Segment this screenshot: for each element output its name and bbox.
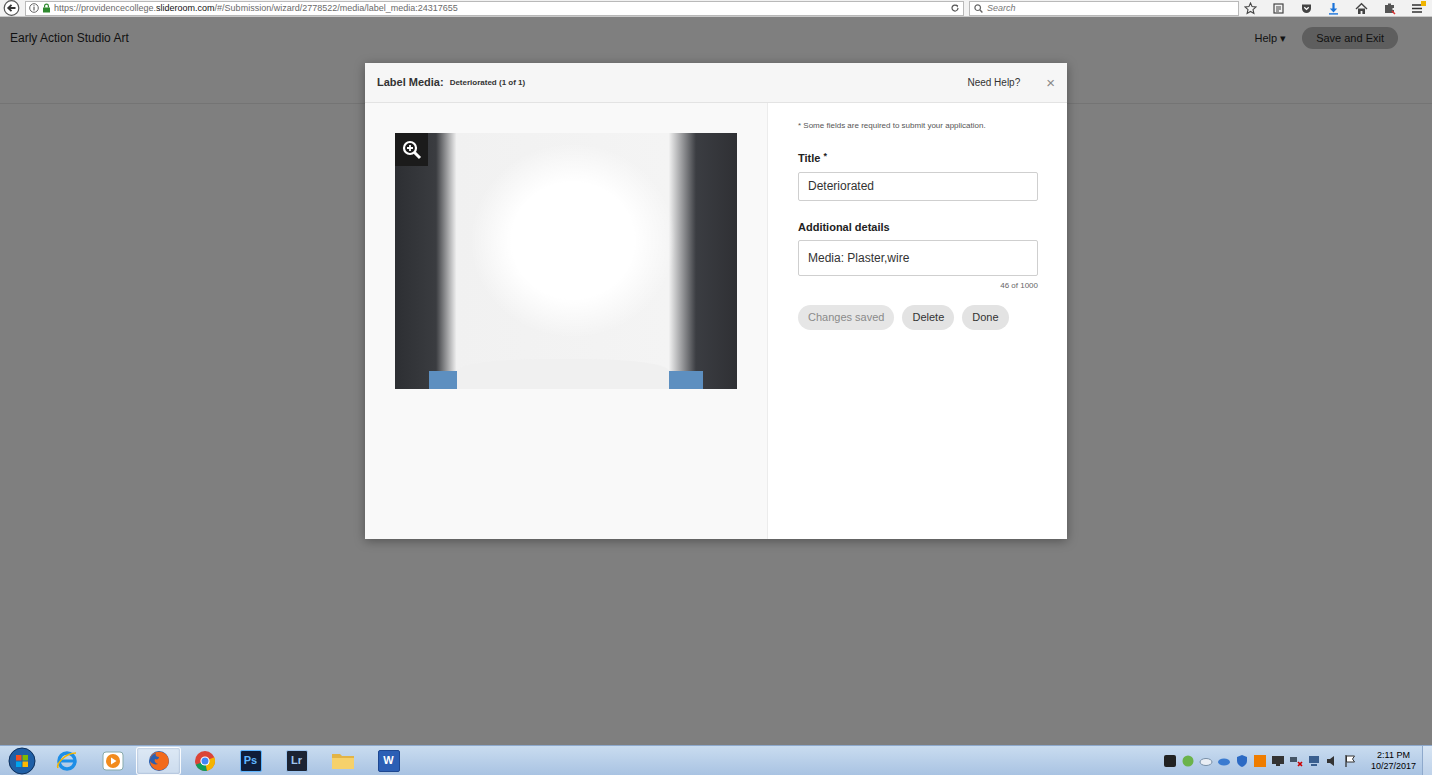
start-button[interactable] — [4, 746, 40, 775]
dialog-title: Label Media: — [377, 74, 444, 91]
zoom-in-icon — [402, 140, 422, 160]
back-arrow-icon — [3, 0, 20, 16]
clock[interactable]: 2:11 PM 10/27/2017 — [1365, 750, 1422, 772]
details-form: * Some fields are required to submit you… — [767, 103, 1068, 539]
done-button[interactable]: Done — [962, 305, 1008, 330]
ps-app-icon: Ps — [240, 750, 262, 772]
word-app-icon: W — [378, 750, 400, 772]
lock-icon — [42, 3, 51, 13]
tray-onedrive-icon[interactable] — [1217, 754, 1231, 768]
required-note: * Some fields are required to submit you… — [798, 120, 1038, 132]
pocket-icon[interactable] — [1300, 2, 1313, 15]
tray-computer-icon[interactable] — [1307, 754, 1321, 768]
media-taskbar-button[interactable] — [90, 747, 135, 775]
page: Early Action Studio Art Help ▾ Save and … — [0, 17, 1432, 745]
browser-toolbar: https://providencecollege.slideroom.com/… — [0, 0, 1432, 17]
tray-network-icon[interactable] — [1289, 754, 1303, 768]
folder-app-icon — [330, 749, 356, 773]
volume-icon[interactable] — [1325, 754, 1339, 768]
help-menu[interactable]: Help ▾ — [1254, 27, 1286, 49]
media-app-icon — [101, 749, 125, 773]
text-input[interactable] — [798, 240, 1038, 276]
dialog-header: Label Media: Deteriorated (1 of 1) Need … — [365, 63, 1067, 103]
show-desktop-button[interactable] — [1422, 746, 1432, 775]
delete-button[interactable]: Delete — [902, 305, 954, 330]
lr-app-icon: Lr — [286, 750, 308, 772]
field-label: Title * — [798, 150, 1038, 167]
back-button[interactable] — [2, 0, 20, 16]
extension-icon[interactable] — [1383, 2, 1396, 15]
home-icon[interactable] — [1355, 2, 1368, 15]
system-tray — [1163, 754, 1357, 768]
label-media-dialog: Label Media: Deteriorated (1 of 1) Need … — [365, 63, 1067, 539]
folder-taskbar-button[interactable] — [320, 747, 365, 775]
tray-sync-icon[interactable] — [1181, 754, 1195, 768]
field-label: Additional details — [798, 219, 1038, 236]
ie-app-icon — [55, 749, 79, 773]
firefox-taskbar-button[interactable] — [136, 747, 181, 775]
firefox-app-icon — [147, 749, 171, 773]
download-icon[interactable] — [1327, 2, 1340, 15]
need-help-link[interactable]: Need Help? — [967, 75, 1040, 90]
magnifier-icon — [974, 4, 983, 13]
reload-icon[interactable] — [950, 3, 960, 13]
info-icon[interactable] — [29, 3, 39, 13]
ie-taskbar-button[interactable] — [44, 747, 89, 775]
character-counter: 46 of 1000 — [798, 280, 1038, 292]
bookmark-star-icon[interactable] — [1244, 2, 1257, 15]
form-field: Title * — [798, 150, 1038, 201]
action-center-flag-icon[interactable] — [1343, 754, 1357, 768]
tray-update-icon[interactable] — [1253, 754, 1267, 768]
chrome-taskbar-button[interactable] — [182, 747, 227, 775]
save-exit-button[interactable]: Save and Exit — [1302, 27, 1398, 49]
menu-icon[interactable] — [1411, 1, 1426, 15]
url-text[interactable]: https://providencecollege.slideroom.com/… — [54, 4, 947, 13]
lr-taskbar-button[interactable]: Lr — [274, 747, 319, 775]
ps-taskbar-button[interactable]: Ps — [228, 747, 273, 775]
word-taskbar-button[interactable]: W — [366, 747, 411, 775]
required-mark: * — [823, 151, 827, 161]
artwork-photo — [395, 133, 737, 389]
close-button[interactable]: × — [1046, 75, 1055, 90]
search-box[interactable]: Search — [969, 1, 1239, 16]
chrome-app-icon — [193, 749, 217, 773]
zoom-button[interactable] — [395, 133, 428, 166]
text-input[interactable] — [798, 172, 1038, 201]
taskbar: Ps Lr W 2:11 PM 10/27/2017 — [0, 745, 1432, 775]
tray-cloud-icon[interactable] — [1199, 754, 1213, 768]
url-bar[interactable]: https://providencecollege.slideroom.com/… — [25, 1, 964, 16]
tray-monitor-icon[interactable] — [1271, 754, 1285, 768]
dialog-subtitle: Deteriorated (1 of 1) — [450, 77, 526, 89]
tray-shield-icon[interactable] — [1235, 754, 1249, 768]
toolbar-icons — [1244, 1, 1426, 15]
form-field: Additional details 46 of 1000 — [798, 219, 1038, 293]
page-title: Early Action Studio Art — [10, 27, 129, 49]
windows-logo-icon — [8, 747, 36, 775]
changes-saved-button: Changes saved — [798, 305, 894, 330]
tray-app-icon[interactable] — [1163, 754, 1177, 768]
preview-pane — [365, 103, 767, 539]
reading-list-icon[interactable] — [1272, 2, 1285, 15]
